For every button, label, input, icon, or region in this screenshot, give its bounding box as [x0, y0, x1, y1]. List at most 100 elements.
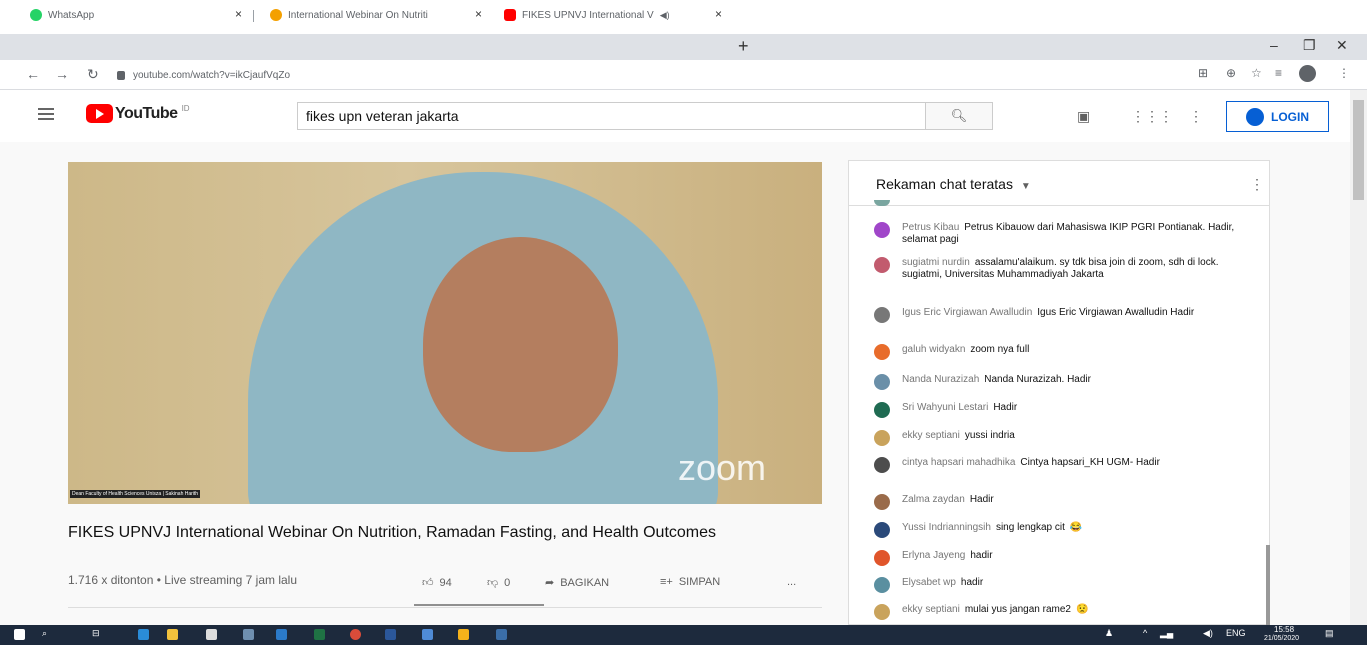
dislike-button[interactable]: 👎︎ 0 [487, 576, 511, 590]
dislike-count: 0 [504, 576, 511, 589]
profile-icon[interactable] [1299, 65, 1316, 82]
search-icon[interactable]: ⌕ [42, 628, 47, 639]
like-button[interactable]: 👍︎ 94 [422, 576, 452, 590]
chrome-icon[interactable] [350, 629, 361, 640]
chat-message: Erlyna Jayeng hadir [874, 550, 1244, 566]
video-title: FIKES UPNVJ International Webinar On Nut… [68, 524, 717, 541]
avatar[interactable] [874, 604, 890, 620]
avatar[interactable] [874, 577, 890, 593]
login-button[interactable]: LOGIN [1226, 101, 1329, 132]
excel-icon[interactable] [314, 629, 325, 640]
chat-author[interactable]: Petrus Kibau [902, 222, 959, 233]
url-field[interactable]: youtube.com/watch?v=ikCjaufVqZo [117, 65, 290, 85]
minimize-button[interactable]: – [1270, 37, 1278, 53]
people-icon[interactable]: ♟ [1105, 628, 1113, 639]
app-icon[interactable] [422, 629, 433, 640]
search-input[interactable]: fikes upn veteran jakarta [297, 102, 925, 130]
close-icon[interactable]: × [475, 7, 482, 21]
chat-author[interactable]: sugiatmi nurdin [902, 257, 970, 268]
avatar[interactable] [874, 222, 890, 238]
chat-message: Petrus Kibau Petrus Kibauow dari Mahasisw… [874, 222, 1244, 246]
reload-icon[interactable]: ↻ [87, 66, 99, 83]
chat-author[interactable]: ekky septiani [902, 430, 960, 441]
lock-icon [117, 70, 125, 80]
edge-icon[interactable] [138, 629, 149, 640]
tray-up-arrow-icon[interactable]: ^ [1143, 628, 1147, 638]
tab-youtube-active[interactable]: FIKES UPNVJ International V ◀) × [492, 4, 728, 26]
task-view-icon[interactable]: ⊟ [92, 628, 100, 639]
create-video-icon[interactable]: ▣ [1077, 108, 1090, 125]
forward-icon[interactable]: → [55, 66, 69, 82]
search-button[interactable]: 🔍︎ [925, 102, 993, 130]
maximize-button[interactable]: ❐ [1303, 37, 1316, 54]
app-icon[interactable] [243, 629, 254, 640]
close-icon[interactable]: × [715, 7, 722, 21]
avatar[interactable] [874, 522, 890, 538]
translate-icon[interactable]: ⊞ [1198, 66, 1208, 80]
network-icon[interactable]: ▂▄ [1160, 628, 1173, 639]
chat-author[interactable]: cintya hapsari mahadhika [902, 457, 1015, 468]
volume-icon[interactable]: ◀) [1203, 628, 1213, 639]
close-icon[interactable]: × [235, 7, 242, 21]
avatar[interactable] [874, 494, 890, 510]
avatar[interactable] [874, 430, 890, 446]
video-player[interactable]: zoom Dean Faculty of Health Sciences Uni… [68, 162, 822, 504]
clock-date[interactable]: 21/05/2020 [1264, 635, 1299, 642]
language-indicator[interactable]: ENG [1226, 628, 1246, 638]
chat-author[interactable]: Sri Wahyuni Lestari [902, 402, 988, 413]
more-actions-button[interactable]: ... [787, 576, 796, 588]
avatar[interactable] [874, 457, 890, 473]
zoom-icon[interactable]: ⊕ [1226, 66, 1236, 80]
youtube-logo[interactable]: YouTube ID [86, 104, 190, 123]
chat-author[interactable]: Igus Eric Virgiawan Awalludin [902, 307, 1032, 318]
apps-grid-icon[interactable]: ⋮⋮⋮ [1131, 108, 1173, 125]
back-icon[interactable]: ← [26, 66, 40, 82]
chat-author[interactable]: Elysabet wp [902, 577, 956, 588]
avatar[interactable] [874, 344, 890, 360]
word-icon[interactable] [385, 629, 396, 640]
avatar[interactable] [874, 550, 890, 566]
notification-icon[interactable]: ▤ [1325, 628, 1334, 639]
chat-text: mulai yus jangan rame2 [964, 604, 1071, 615]
chat-author[interactable]: Erlyna Jayeng [902, 550, 965, 561]
close-window-button[interactable]: ✕ [1336, 37, 1348, 54]
hamburger-menu-icon[interactable] [38, 108, 54, 120]
chat-message: Elysabet wp hadir [874, 577, 1244, 593]
chat-author[interactable]: galuh widyakn [902, 344, 965, 355]
avatar[interactable] [874, 257, 890, 273]
chat-message: galuh widyakn zoom nya full [874, 344, 1244, 360]
avatar[interactable] [874, 402, 890, 418]
tab-whatsapp[interactable]: WhatsApp × [18, 4, 248, 26]
chat-author[interactable]: Zalma zaydan [902, 494, 965, 505]
share-button[interactable]: ➦ BAGIKAN [545, 576, 609, 590]
chat-scrollbar[interactable] [1266, 545, 1270, 625]
chrome-active-icon[interactable] [458, 629, 469, 640]
store-icon[interactable] [206, 629, 217, 640]
page-scrollbar-thumb[interactable] [1353, 100, 1364, 200]
avatar[interactable] [874, 307, 890, 323]
file-explorer-icon[interactable] [167, 629, 178, 640]
reading-list-icon[interactable]: ≡ [1275, 66, 1282, 80]
tab-webinar[interactable]: International Webinar On Nutriti × [258, 4, 488, 26]
chat-author[interactable]: Yussi Indrianningsih [902, 522, 991, 533]
clock-time[interactable]: 15:58 [1274, 625, 1294, 634]
chat-message-body: ekky septiani mulai yus jangan rame2 😟 [902, 604, 1088, 620]
new-tab-button[interactable]: + [738, 36, 749, 57]
chat-message: Zalma zaydan Hadir [874, 494, 1244, 510]
settings-dots-icon[interactable]: ⋮ [1189, 108, 1203, 125]
chat-author[interactable]: Nanda Nurazizah [902, 374, 979, 385]
save-button[interactable]: ≡+ SIMPAN [660, 576, 720, 588]
app-icon[interactable] [496, 629, 507, 640]
tab-title: WhatsApp [48, 9, 95, 21]
chat-author[interactable]: ekky septiani [902, 604, 960, 615]
chat-text: sing lengkap cit [995, 522, 1065, 533]
chat-menu-icon[interactable]: ⋮ [1250, 176, 1264, 193]
bookmark-star-icon[interactable]: ☆ [1251, 66, 1262, 80]
chat-message-body: Elysabet wp hadir [902, 577, 983, 593]
save-label: SIMPAN [678, 576, 721, 588]
windows-start-icon[interactable] [14, 629, 25, 640]
chat-header-dropdown[interactable]: Rekaman chat teratas ▼ [876, 176, 1031, 192]
avatar[interactable] [874, 374, 890, 390]
mail-icon[interactable] [276, 629, 287, 640]
menu-dots-icon[interactable]: ⋮ [1338, 66, 1350, 80]
